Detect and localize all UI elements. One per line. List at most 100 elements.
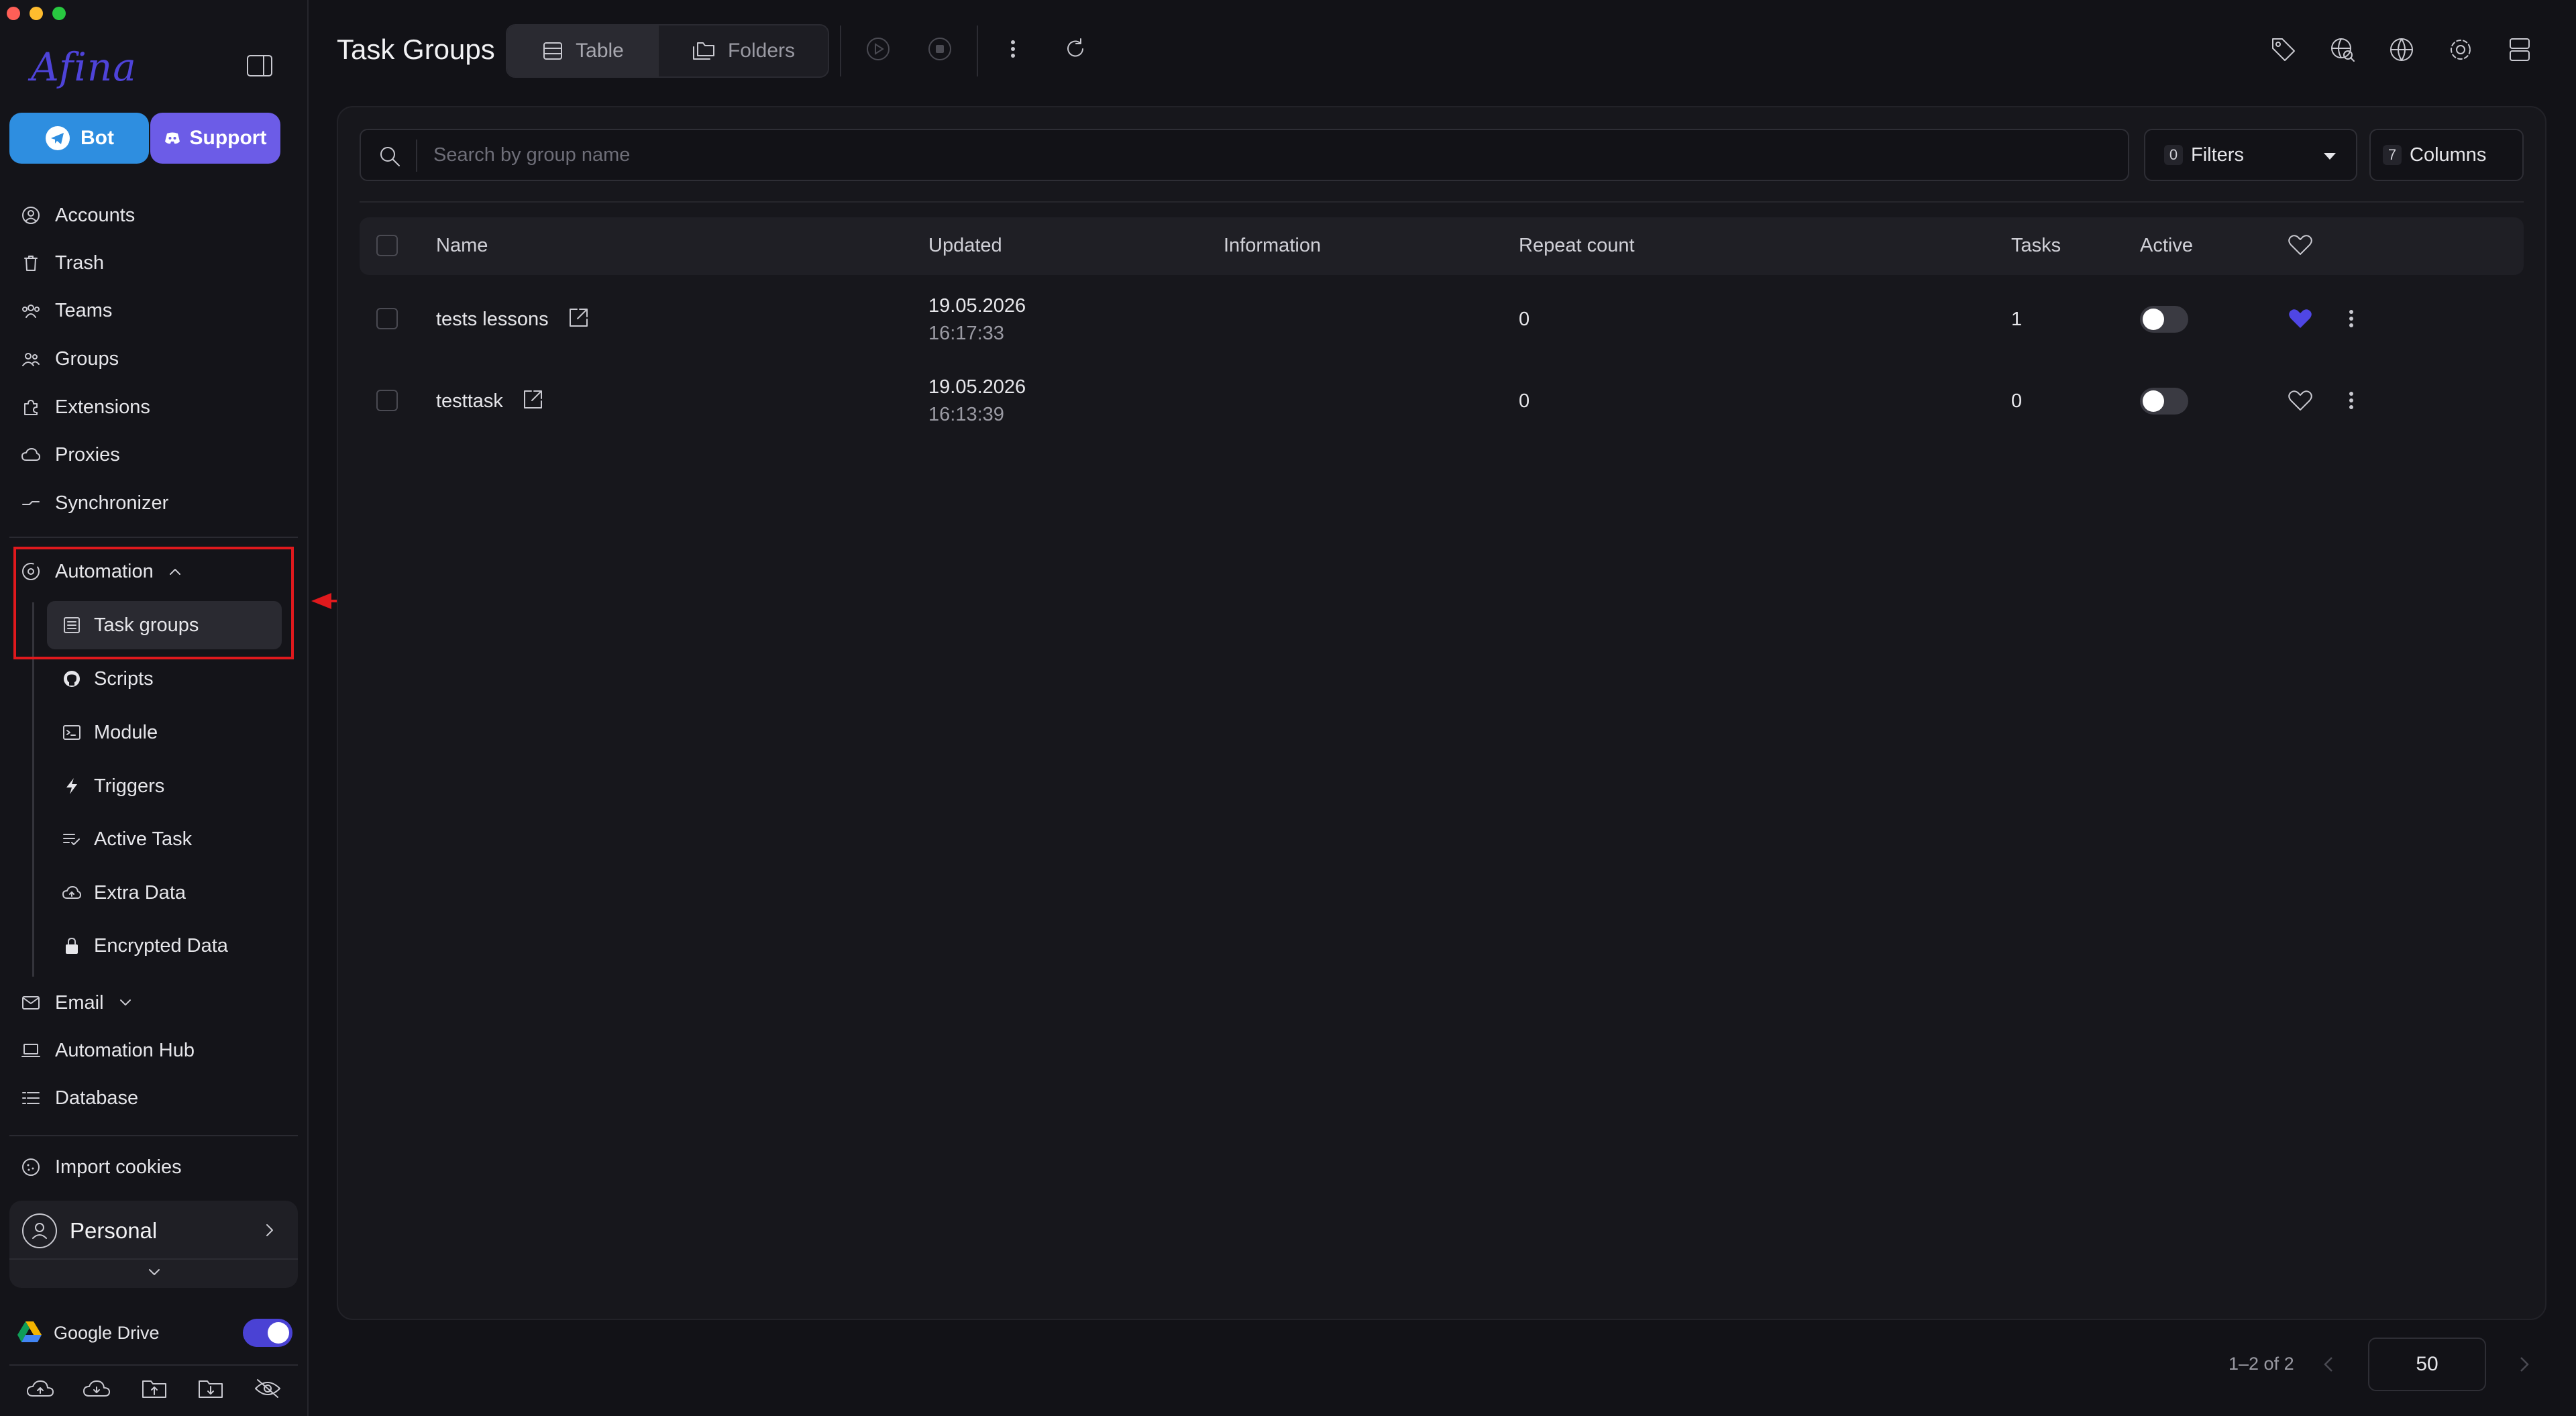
external-link-icon[interactable] xyxy=(521,388,545,412)
prev-page-icon[interactable] xyxy=(2321,1355,2337,1374)
gear-icon[interactable] xyxy=(2447,36,2474,63)
row-active-toggle[interactable] xyxy=(2140,388,2188,415)
sidebar-item-synchronizer[interactable]: Synchronizer xyxy=(20,483,168,523)
cloud-icon xyxy=(20,444,42,466)
globe-search-icon[interactable] xyxy=(2329,36,2356,63)
lock-icon xyxy=(62,936,82,956)
sync-icon xyxy=(20,492,42,514)
sidebar-divider xyxy=(9,1135,298,1136)
google-drive-icon xyxy=(16,1320,43,1344)
page-title: Task Groups xyxy=(337,34,495,65)
tab-folders[interactable]: Folders xyxy=(659,25,828,76)
sidebar-item-label: Teams xyxy=(55,299,113,321)
search-icon xyxy=(378,145,401,168)
sidebar-item-database[interactable]: Database xyxy=(20,1078,138,1118)
sidebar-item-label: Automation Hub xyxy=(55,1039,195,1061)
cloud-download-icon[interactable] xyxy=(82,1379,111,1399)
tag-icon[interactable] xyxy=(2270,36,2297,63)
more-vertical-icon[interactable] xyxy=(1002,36,1024,62)
sidebar-item-label: Scripts xyxy=(94,667,154,690)
team-icon xyxy=(20,300,42,321)
folder-upload-icon[interactable] xyxy=(141,1378,168,1399)
layout-icon[interactable] xyxy=(2508,36,2532,63)
sidebar-item-extra-data[interactable]: Extra Data xyxy=(47,869,282,917)
maximize-window-button[interactable] xyxy=(52,7,66,20)
folder-download-icon[interactable] xyxy=(197,1378,224,1399)
sidebar-item-label: Module xyxy=(94,721,158,743)
play-icon[interactable] xyxy=(865,36,891,62)
workspace-switcher[interactable]: Personal xyxy=(9,1201,298,1288)
sidebar-item-accounts[interactable]: Accounts xyxy=(20,195,135,235)
google-drive-toggle[interactable] xyxy=(243,1319,292,1347)
tab-table[interactable]: Table xyxy=(507,25,659,76)
row-checkbox[interactable] xyxy=(376,390,398,411)
favorite-column-heart-icon[interactable] xyxy=(2288,233,2313,256)
laptop-icon xyxy=(20,1040,42,1061)
column-header-updated[interactable]: Updated xyxy=(928,235,1002,257)
sidebar-item-groups[interactable]: Groups xyxy=(20,339,119,379)
columns-button[interactable]: 7 Columns xyxy=(2369,129,2524,181)
eye-off-icon[interactable] xyxy=(254,1378,282,1399)
sidebar-item-proxies[interactable]: Proxies xyxy=(20,435,120,475)
sidebar-divider xyxy=(9,537,298,538)
toolbar-divider xyxy=(840,25,841,76)
columns-label: Columns xyxy=(2410,144,2487,166)
row-menu-icon[interactable] xyxy=(2341,388,2361,413)
bot-button[interactable]: Bot xyxy=(9,113,149,164)
row-name[interactable]: testtask xyxy=(436,390,503,413)
filters-dropdown[interactable]: 0 Filters xyxy=(2144,129,2357,181)
column-header-name[interactable]: Name xyxy=(436,235,488,257)
refresh-icon[interactable] xyxy=(1063,36,1088,62)
column-header-repeat-count[interactable]: Repeat count xyxy=(1519,235,1635,257)
sidebar-item-label: Import cookies xyxy=(55,1156,182,1178)
sidebar-item-label: Encrypted Data xyxy=(94,934,228,957)
favorite-heart-icon[interactable] xyxy=(2288,389,2313,412)
sidebar-item-automation-hub[interactable]: Automation Hub xyxy=(20,1030,195,1071)
chevron-down-icon[interactable] xyxy=(146,1266,162,1278)
sidebar-item-encrypted-data[interactable]: Encrypted Data xyxy=(47,922,282,970)
row-name[interactable]: tests lessons xyxy=(436,309,549,331)
table-icon xyxy=(542,41,564,61)
search-input[interactable] xyxy=(433,130,2110,180)
content-card xyxy=(337,106,2546,1320)
cookie-icon xyxy=(20,1156,42,1178)
select-all-checkbox[interactable] xyxy=(376,235,398,256)
github-icon xyxy=(62,669,82,689)
sidebar-item-import-cookies[interactable]: Import cookies xyxy=(20,1147,182,1187)
external-link-icon[interactable] xyxy=(566,306,590,330)
next-page-icon[interactable] xyxy=(2516,1355,2532,1374)
bot-button-label: Bot xyxy=(80,127,114,149)
folders-icon xyxy=(692,41,716,61)
column-header-information[interactable]: Information xyxy=(1224,235,1321,257)
page-size-select[interactable]: 50 xyxy=(2368,1338,2486,1391)
sidebar-item-teams[interactable]: Teams xyxy=(20,290,112,331)
sidebar-item-email[interactable]: Email xyxy=(20,983,133,1023)
stop-icon[interactable] xyxy=(927,36,953,62)
sidebar-item-module[interactable]: Module xyxy=(47,708,282,757)
column-header-tasks[interactable]: Tasks xyxy=(2011,235,2061,257)
chevron-right-icon[interactable] xyxy=(262,1222,278,1238)
sidebar-item-label: Proxies xyxy=(55,443,120,466)
support-button[interactable]: Support xyxy=(150,113,280,164)
row-checkbox[interactable] xyxy=(376,308,398,329)
cloud-upload-icon[interactable] xyxy=(25,1379,55,1399)
sidebar-toggle-icon[interactable] xyxy=(246,54,273,78)
sidebar-item-active-task[interactable]: Active Task xyxy=(47,815,282,863)
minimize-window-button[interactable] xyxy=(30,7,43,20)
row-updated-date: 19.05.2026 xyxy=(928,295,1026,317)
avatar xyxy=(21,1213,58,1249)
sidebar-item-triggers[interactable]: Triggers xyxy=(47,762,282,810)
toolbar-divider xyxy=(360,201,2524,203)
row-tasks: 1 xyxy=(2011,309,2023,330)
row-active-toggle[interactable] xyxy=(2140,306,2188,333)
sidebar-item-scripts[interactable]: Scripts xyxy=(47,655,282,703)
column-header-active[interactable]: Active xyxy=(2140,235,2193,257)
globe-icon[interactable] xyxy=(2388,36,2415,63)
close-window-button[interactable] xyxy=(7,7,20,20)
row-menu-icon[interactable] xyxy=(2341,306,2361,331)
favorite-heart-icon[interactable] xyxy=(2288,307,2313,330)
sidebar-item-trash[interactable]: Trash xyxy=(20,243,104,283)
chevron-down-icon xyxy=(117,997,133,1008)
sidebar-item-extensions[interactable]: Extensions xyxy=(20,387,150,427)
row-updated-time: 16:17:33 xyxy=(928,323,1004,344)
